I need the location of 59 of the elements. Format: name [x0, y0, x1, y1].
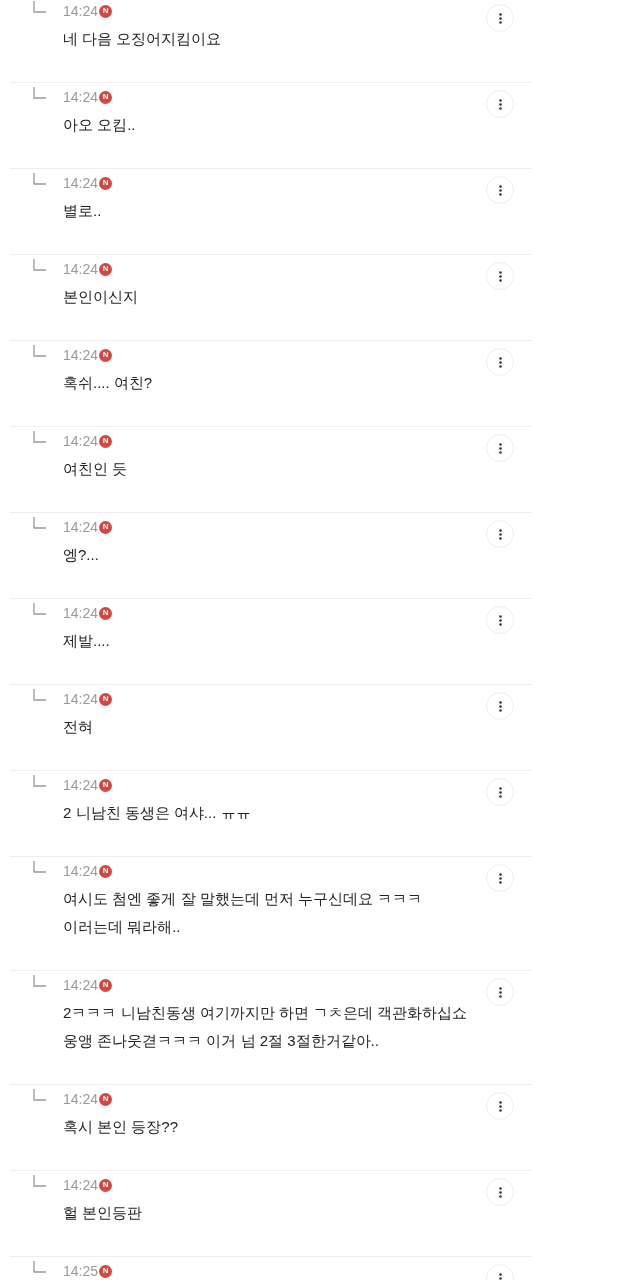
more-options-icon — [498, 356, 502, 368]
reply-text: 본인이신지 — [63, 287, 139, 307]
more-options-icon — [498, 98, 502, 110]
more-options-icon — [498, 1100, 502, 1112]
reply-time: 14:25 — [63, 1261, 99, 1280]
more-options-icon — [498, 700, 502, 712]
new-badge: N — [99, 262, 113, 276]
more-options-icon — [498, 614, 502, 626]
new-badge: N — [99, 606, 113, 620]
more-options-icon — [498, 528, 502, 540]
new-badge: N — [99, 434, 113, 448]
new-badge: N — [99, 692, 113, 706]
reply-time: 14:24 — [63, 689, 99, 709]
reply-text: 혹시 본인 등장?? — [63, 1117, 180, 1137]
reply-text: 헐 본인등판 — [63, 1203, 144, 1223]
reply-text: 여친인 듯 — [63, 459, 129, 479]
new-badge: N — [99, 778, 113, 792]
reply-time: 14:24 — [63, 517, 99, 537]
reply-text: 별로.. — [63, 201, 103, 221]
reply-time: 14:24 — [63, 173, 99, 193]
new-badge: N — [99, 1264, 113, 1278]
new-badge: N — [99, 176, 113, 190]
new-badge: N — [99, 1178, 113, 1192]
more-options-icon — [498, 1272, 502, 1280]
new-badge: N — [99, 348, 113, 362]
new-badge: N — [99, 520, 113, 534]
new-badge: N — [99, 1092, 113, 1106]
reply-text: 여시도 첨엔 좋게 잘 말했는데 먼저 누구신데요 ㅋㅋㅋ 이러는데 뭐라해.. — [63, 889, 424, 937]
reply-time: 14:24 — [63, 603, 99, 623]
reply-time: 14:24 — [63, 1, 99, 21]
new-badge: N — [99, 864, 113, 878]
reply-time: 14:24 — [63, 87, 99, 107]
reply-time: 14:24 — [63, 775, 99, 795]
reply-time: 14:24 — [63, 345, 99, 365]
more-options-icon — [498, 786, 502, 798]
reply-text: 네 다음 오징어지킴이요 — [63, 29, 223, 49]
reply-text: 제발.... — [63, 631, 111, 651]
reply-text: 아오 오킴.. — [63, 115, 137, 135]
reply-time: 14:24 — [63, 431, 99, 451]
reply-text: 2ㅋㅋㅋ 니남친동생 여기까지만 하면 ㄱㅊ은데 객관화하십쇼 웅앵 존나웃겯ㅋㅋㅋ 이거 넘 2절 3절한거같아.. — [63, 1003, 469, 1051]
more-options-icon — [498, 1186, 502, 1198]
reply-time: 14:24 — [63, 259, 99, 279]
more-options-icon — [498, 442, 502, 454]
reply-text: 전혀 — [63, 717, 94, 737]
more-options-icon — [498, 270, 502, 282]
more-options-icon — [498, 12, 502, 24]
new-badge: N — [99, 90, 113, 104]
reply-time: 14:24 — [63, 975, 99, 995]
reply-time: 14:24 — [63, 1089, 99, 1109]
more-options-icon — [498, 986, 502, 998]
reply-text: 혹쉬.... 여친? — [63, 373, 154, 393]
reply-text: 2 니남친 동생은 여샤... ㅠㅠ — [63, 803, 252, 823]
new-badge: N — [99, 4, 113, 18]
new-badge: N — [99, 978, 113, 992]
reply-time: 14:24 — [63, 1175, 99, 1195]
reply-text: 엥?... — [63, 545, 100, 565]
more-options-icon — [498, 872, 502, 884]
reply-time: 14:24 — [63, 861, 99, 881]
more-options-icon — [498, 184, 502, 196]
